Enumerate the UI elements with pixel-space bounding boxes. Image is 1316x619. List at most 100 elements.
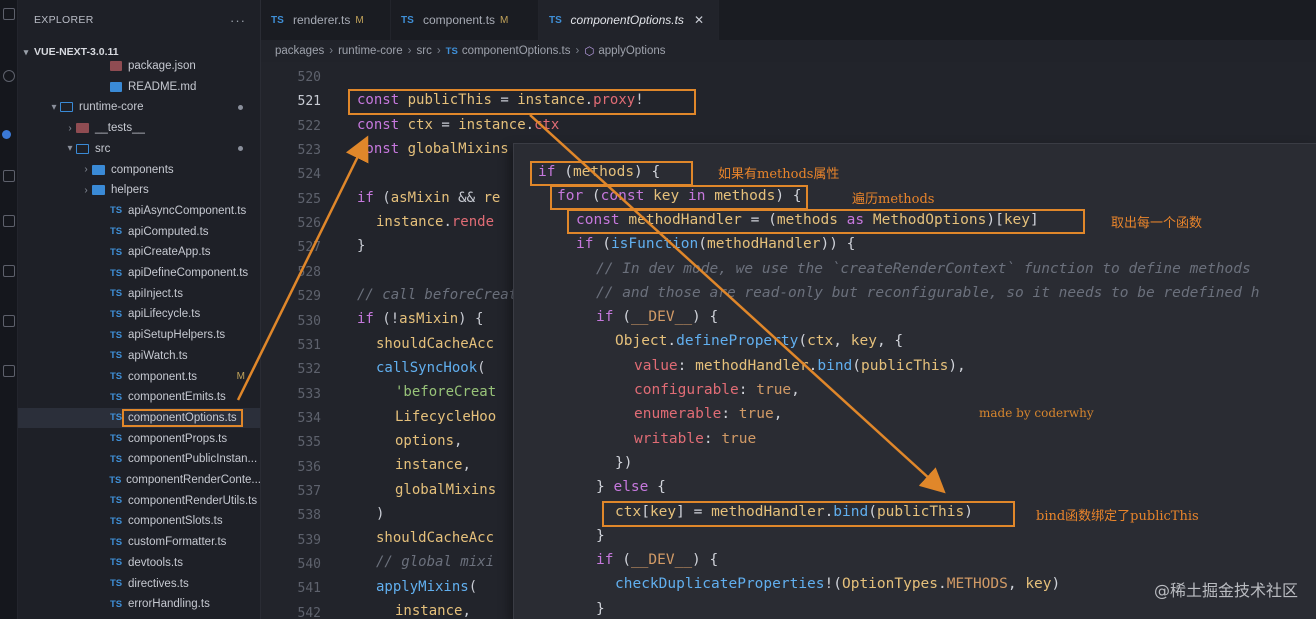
file-tree-item[interactable]: TS directives.ts [18,574,260,594]
code-line: options, [395,433,463,449]
changes-dot [238,104,243,110]
debug-icon[interactable] [3,215,15,227]
typescript-icon: TS [110,391,123,403]
breadcrumb-item[interactable]: componentOptions.ts [462,45,571,57]
folder-icon [76,123,89,134]
extensions-icon[interactable] [3,265,15,277]
typescript-icon: TS [549,14,562,26]
for-methods-box [550,185,808,210]
search-icon[interactable] [3,70,15,82]
line-number: 530 [297,313,321,329]
file-tree-item[interactable]: TS componentProps.ts [18,429,260,449]
annotation-if-methods: 如果有methods属性 [718,167,840,182]
remote-icon[interactable] [3,315,15,327]
file-tree-item[interactable]: README.md [18,77,260,97]
annotation-take-fn: 取出每一个函数 [1111,216,1203,231]
file-tree-item[interactable]: TSfeatureFlags.ts [18,615,260,619]
file-tree-item[interactable]: TS componentRenderUtils.ts [18,491,260,511]
tab-component[interactable]: TS component.ts M [391,0,539,40]
source-control-icon[interactable] [3,170,15,182]
code-line: if (__DEV__) { [596,552,719,568]
code-line: value: methodHandler.bind(publicThis), [634,358,966,374]
folder-open-icon [60,102,73,113]
file-tree-item[interactable]: TS componentSlots.ts [18,511,260,531]
tab-renderer[interactable]: TS renderer.ts M [261,0,391,40]
tab-componentoptions[interactable]: TS componentOptions.ts ✕ [539,0,719,40]
code-line: shouldCacheAcc [376,336,495,352]
code-line: checkDuplicateProperties!(OptionTypes.ME… [615,576,1061,592]
chevron-right-icon[interactable]: › [80,164,92,175]
activity-bar [0,0,18,619]
typescript-icon: TS [271,14,284,26]
code-line: if (asMixin && re [357,190,501,206]
file-tree-item[interactable]: TS apiSetupHelpers.ts [18,325,260,345]
breadcrumb-item[interactable]: src [416,45,431,57]
breadcrumb: packages › runtime-core › src › TS componen… [261,40,1316,62]
close-icon[interactable]: ✕ [694,13,704,27]
file-tree-item[interactable]: package.json [18,56,260,76]
file-tree-item[interactable]: › helpers [18,180,260,200]
file-tree-item[interactable]: TS apiCreateApp.ts [18,242,260,262]
code-line: if (!asMixin) { [357,311,484,327]
code-line: }) [615,455,633,471]
file-tree-item[interactable]: TS apiLifecycle.ts [18,304,260,324]
file-tree-item[interactable]: TS componentOptions.ts [18,407,260,428]
typescript-icon: TS [110,495,123,507]
code-line: const globalMixins [357,141,509,157]
code-line: const ctx = instance.ctx [357,117,560,133]
file-tree-item[interactable]: TS component.ts M [18,367,260,387]
typescript-icon: TS [110,329,123,341]
file-tree-item[interactable]: TS apiComputed.ts [18,222,260,242]
line-number: 533 [297,386,321,402]
chevron-right-icon[interactable]: › [80,185,92,196]
file-tree-item[interactable]: TS customFormatter.ts [18,532,260,552]
file-tree-item[interactable]: TS componentPublicInstan... [18,449,260,469]
line-number: 524 [297,167,321,183]
timeline-icon[interactable] [3,365,15,377]
code-line: } [596,528,605,544]
file-tree-item[interactable]: TS apiInject.ts [18,284,260,304]
method-handler-box [567,209,1085,234]
files-icon[interactable] [3,8,15,20]
typescript-icon: TS [110,205,123,217]
breadcrumb-item[interactable]: runtime-core [338,45,403,57]
file-tree-item[interactable]: ▾ src [18,139,260,159]
line-number: 542 [297,605,321,619]
code-line: // In dev mode, we use the `createRender… [596,261,1251,277]
code-line: // and those are read-only but reconfigu… [596,285,1260,301]
file-tree-item[interactable]: TS componentRenderConte... [18,470,260,490]
file-tree-label: directives.ts [128,577,189,590]
line-number: 521 [297,94,321,110]
code-line: globalMixins [395,482,497,498]
file-tree-item[interactable]: TS componentEmits.ts [18,387,260,407]
bind-box [602,501,1015,527]
file-tree-item[interactable]: › __tests__ [18,118,260,138]
chevron-right-icon[interactable]: › [64,123,76,134]
line-number: 528 [297,264,321,280]
file-tree-item[interactable]: ▾ runtime-core [18,97,260,117]
more-actions-icon[interactable]: ··· [230,13,246,28]
chevron-down-icon[interactable]: ▾ [48,102,60,113]
folder-icon [92,164,105,175]
breadcrumb-item[interactable]: packages [275,45,324,57]
file-tree-item[interactable]: TS errorHandling.ts [18,594,260,614]
file-tree-label: componentPublicInstan... [128,453,258,466]
file-tree-item[interactable]: TS apiDefineComponent.ts [18,263,260,283]
code-line: Object.defineProperty(ctx, key, { [615,333,904,349]
chevron-down-icon[interactable]: ▾ [64,143,76,154]
file-tree-item[interactable]: TS apiWatch.ts [18,346,260,366]
typescript-icon: TS [110,226,123,238]
line-number: 520 [297,70,321,85]
file-tree-item[interactable]: TS devtools.ts [18,553,260,573]
line-number: 539 [297,532,321,548]
file-tree-label: componentSlots.ts [128,515,223,528]
typescript-icon: TS [110,267,123,279]
file-tree-item[interactable]: › components [18,160,260,180]
line-number: 536 [297,459,321,475]
file-tree-item[interactable]: TS apiAsyncComponent.ts [18,201,260,221]
file-tree-label: apiAsyncComponent.ts [128,204,247,217]
line-number: 532 [297,362,321,378]
breadcrumb-item[interactable]: applyOptions [598,45,665,57]
tab-label: component.ts [423,13,496,27]
code-line: shouldCacheAcc [376,530,495,546]
